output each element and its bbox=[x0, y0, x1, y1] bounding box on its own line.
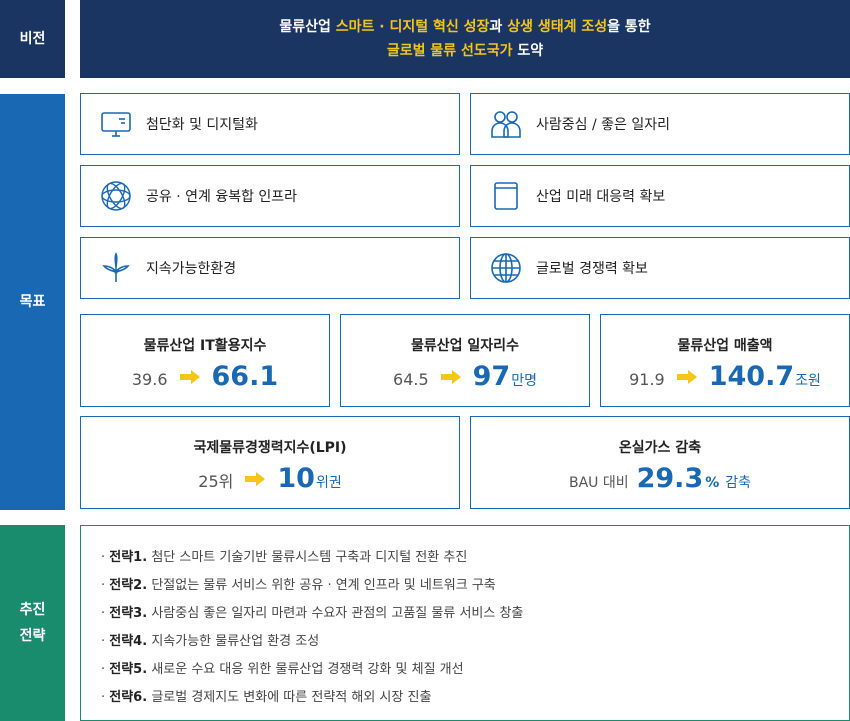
metric-to: 97 bbox=[472, 361, 511, 392]
arrow-right-icon bbox=[179, 369, 200, 384]
goal-environment: 지속가능한환경 bbox=[80, 237, 460, 299]
metric-sales: 물류산업 매출액 91.9 140.7 조원 bbox=[600, 314, 850, 407]
list-item: · 전략6. 글로벌 경제지도 변화에 따른 전략적 해외 시장 진출 bbox=[101, 690, 432, 705]
metric-to: 10 bbox=[277, 463, 315, 494]
metric-ghg: 온실가스 감축 BAU 대비 29.3 % 감축 bbox=[470, 416, 850, 509]
metric-title: 물류산업 IT활용지수 bbox=[143, 338, 267, 354]
arrow-right-icon bbox=[676, 369, 697, 384]
metric-title: 물류산업 매출액 bbox=[677, 338, 773, 354]
goal-label-text: 공유 · 연계 융복합 인프라 bbox=[146, 189, 298, 205]
list-item: · 전략5. 새로운 수요 대응 위한 물류산업 경쟁력 강화 및 체질 개선 bbox=[101, 662, 464, 677]
goal-label-text: 첨단화 및 디지털화 bbox=[146, 117, 258, 133]
sprout-icon bbox=[100, 252, 132, 284]
metric-unit: % bbox=[705, 475, 720, 491]
metric-unit: 만명 bbox=[511, 373, 537, 389]
monitor-icon bbox=[100, 108, 132, 140]
arrow-right-icon bbox=[245, 471, 266, 486]
metric-unit: 위권 bbox=[315, 475, 342, 491]
goal-infra: 공유 · 연계 융복합 인프라 bbox=[80, 165, 460, 227]
goal-label-text: 지속가능한환경 bbox=[146, 261, 237, 277]
goal-label-text: 사람중심 / 좋은 일자리 bbox=[536, 117, 670, 133]
goal-people: 사람중심 / 좋은 일자리 bbox=[470, 93, 850, 155]
goal-future: 산업 미래 대응력 확보 bbox=[470, 165, 850, 227]
metric-lpi: 국제물류경쟁력지수(LPI) 25위 10 위권 bbox=[80, 416, 460, 509]
metric-title: 국제물류경쟁력지수(LPI) bbox=[193, 440, 347, 456]
strategy-label: 추진 전략 bbox=[0, 525, 65, 721]
vision-statement: 물류산업 스마트 · 디지털 혁신 성장과 상생 생태계 조성을 통한 글로벌 … bbox=[80, 0, 850, 78]
goal-label-text: 산업 미래 대응력 확보 bbox=[536, 189, 666, 205]
goal-digital: 첨단화 및 디지털화 bbox=[80, 93, 460, 155]
metric-to: 29.3 bbox=[636, 463, 704, 494]
list-item: · 전략4. 지속가능한 물류산업 환경 조성 bbox=[101, 634, 320, 649]
globe-icon bbox=[490, 252, 522, 284]
metric-to: 66.1 bbox=[211, 361, 279, 392]
metric-title: 온실가스 감축 bbox=[618, 440, 702, 456]
metric-jobs: 물류산업 일자리수 64.5 97 만명 bbox=[340, 314, 590, 407]
list-item: · 전략1. 첨단 스마트 기술기반 물류시스템 구축과 디지털 전환 추진 bbox=[101, 550, 468, 565]
goal-label-text: 글로벌 경쟁력 확보 bbox=[536, 261, 648, 277]
metric-from: 91.9 bbox=[629, 370, 665, 389]
metric-to: 140.7 bbox=[708, 361, 795, 392]
metric-title: 물류산업 일자리수 bbox=[411, 338, 519, 354]
metric-unit: 조원 bbox=[795, 373, 821, 389]
list-item: · 전략2. 단절없는 물류 서비스 위한 공유 · 연계 인프라 및 네트워크… bbox=[101, 578, 496, 593]
metric-from: 25위 bbox=[198, 472, 234, 491]
goal-global: 글로벌 경쟁력 확보 bbox=[470, 237, 850, 299]
metric-from: 39.6 bbox=[131, 370, 168, 389]
metric-post: 감축 bbox=[725, 475, 752, 491]
book-icon bbox=[490, 180, 522, 212]
metric-from: 64.5 bbox=[393, 370, 429, 389]
metric-pre: BAU 대비 bbox=[568, 475, 629, 491]
list-item: · 전략3. 사람중심 좋은 일자리 마련과 수요자 관점의 고품질 물류 서비… bbox=[101, 606, 524, 621]
network-icon bbox=[100, 180, 132, 212]
strategy-list: · 전략1. 첨단 스마트 기술기반 물류시스템 구축과 디지털 전환 추진 ·… bbox=[80, 525, 850, 721]
metric-it-index: 물류산업 IT활용지수 39.6 66.1 bbox=[80, 314, 330, 407]
goal-label: 목표 bbox=[0, 94, 65, 510]
arrow-right-icon bbox=[440, 369, 461, 384]
vision-label: 비전 bbox=[0, 0, 65, 78]
people-icon bbox=[490, 108, 522, 140]
